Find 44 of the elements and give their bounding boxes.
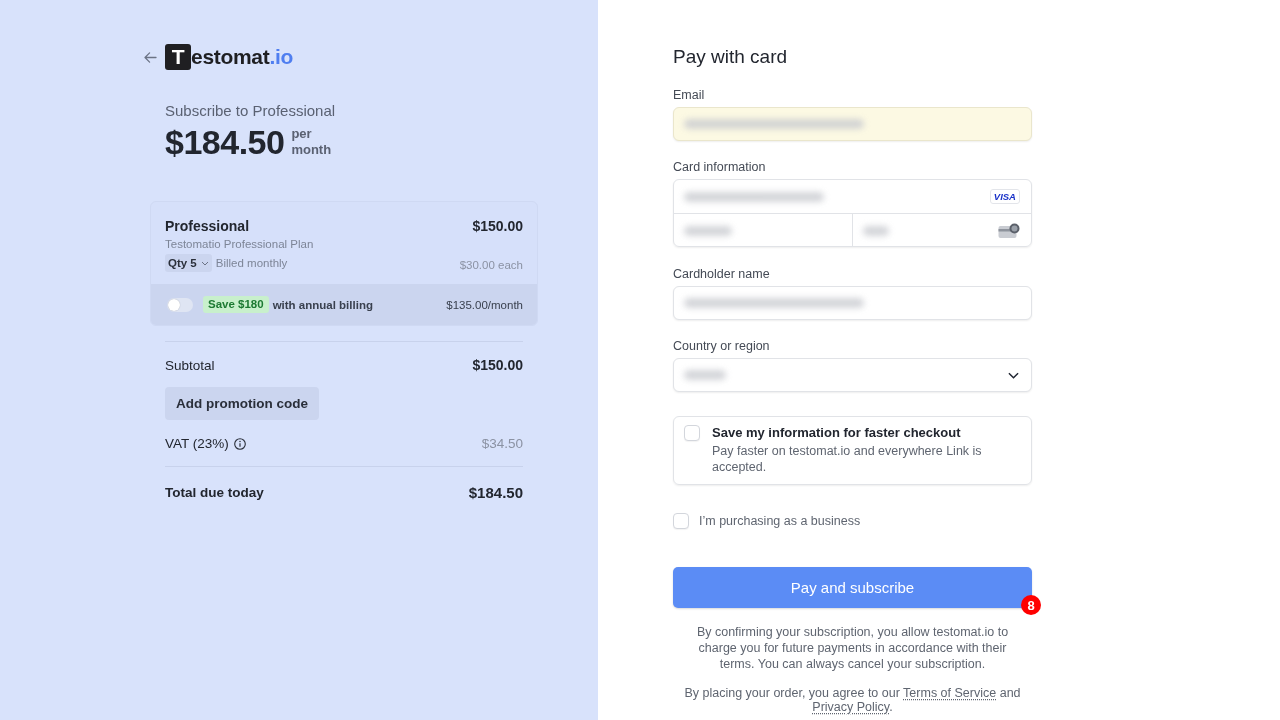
field-label: Cardholder name — [673, 266, 771, 282]
subtotal-value: $150.00 — [472, 357, 523, 373]
total-value: $184.50 — [468, 484, 523, 501]
legal-link[interactable]: Terms of Service — [903, 686, 997, 700]
payment-title: Pay with card — [673, 45, 789, 69]
legal-text: By placing your order, you agree to our Terms of Service and Privacy Policy. — [683, 686, 1022, 714]
checkbox[interactable] — [684, 425, 700, 441]
vat-label: VAT (23%) — [165, 436, 229, 451]
plan-description: Testomatio Professional Plan — [165, 237, 315, 251]
card-security-code-icon — [998, 223, 1020, 238]
country-select[interactable] — [673, 358, 1032, 392]
plan-name: Professional — [165, 217, 250, 235]
annual-billing-toggle[interactable] — [167, 297, 193, 312]
field-label: Country or region — [673, 338, 771, 354]
plan-price: $150.00 — [472, 218, 523, 234]
total-label: Total due today — [165, 485, 264, 500]
price-period: per month — [291, 126, 333, 158]
chevron-down-icon — [1008, 371, 1019, 379]
brand-logo[interactable]: T estomat.io — [165, 44, 294, 70]
annual-billing-label: with annual billing — [272, 298, 373, 311]
input-field[interactable] — [673, 107, 1032, 141]
chevron-down-icon — [200, 260, 209, 266]
field-label: Card information — [673, 159, 767, 175]
info-icon[interactable] — [233, 437, 246, 450]
unit-price: $30.00 each — [459, 259, 523, 271]
annual-price: $135.00/month — [446, 298, 523, 311]
vat-value: $34.50 — [481, 436, 523, 451]
add-promotion-code-button[interactable]: Add promotion code — [165, 387, 319, 420]
subtotal-label: Subtotal — [165, 357, 215, 373]
billing-period: Billed monthly — [215, 257, 288, 269]
save-info-description: Pay faster on testomat.io and everywhere Link is accepted. — [712, 443, 983, 475]
subscription-title: Subscribe to Professional — [165, 102, 337, 120]
savings-badge: Save $180 — [203, 296, 269, 313]
input-field[interactable] — [673, 286, 1032, 320]
back-arrow-icon[interactable] — [144, 51, 157, 63]
quantity-dropdown[interactable]: Qty 5 — [165, 254, 212, 272]
card-brand-logo: VISA — [989, 189, 1020, 204]
field-label: Email — [673, 87, 706, 103]
total-price: $184.50 — [165, 122, 285, 162]
checkbox[interactable] — [673, 513, 689, 529]
step-marker-badge: 8 — [1021, 595, 1041, 615]
save-info-title: Save my information for faster checkout — [712, 424, 962, 442]
business-checkbox-label: I’m purchasing as a business — [699, 514, 861, 528]
consent-text: By confirming your subscription, you allow testomat.io to charge you for future payments in accordance with their terms. You can always cancel your subscription. — [695, 624, 1010, 672]
